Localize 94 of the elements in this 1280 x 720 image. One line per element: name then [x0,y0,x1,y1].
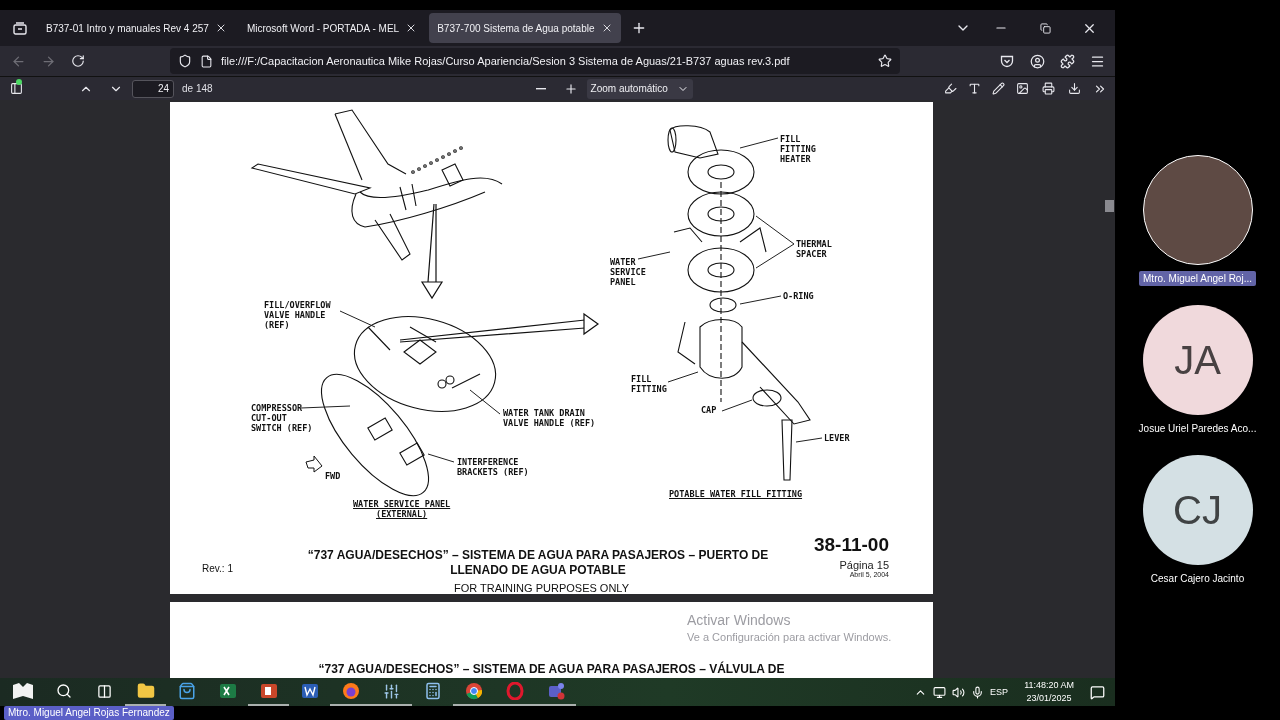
callout-label: O-RING [783,291,814,301]
leader-line [339,310,376,328]
revision-label: Rev.: 1 [202,563,234,576]
callout-label: COMPRESSOR CUT-OUT SWITCH (REF) [251,403,313,433]
callout-label: FILL FITTING [631,374,667,394]
callout-label: LEVER [824,433,850,443]
globe-icon [341,682,360,700]
tab-title: Microsoft Word - PORTADA - MEL [246,22,400,34]
fwd-arrow-icon [305,455,323,473]
callout-label: INTERFERENCE BRACKETS (REF) [457,457,529,477]
training-notice: FOR TRAINING PURPOSES ONLY [453,581,630,594]
sidebar-icon [9,82,23,95]
leader-line [637,251,671,260]
leader-line [300,405,351,409]
leader-line [667,371,699,383]
circle-logo-icon [464,682,483,700]
participant-avatar: JA [1142,305,1253,415]
download-icon [1067,82,1081,95]
highlighter-icon [943,82,957,95]
address-bar[interactable]: file:///F:/Capacitacion Aeronautica Mike Rojas/Curso Apariencia/Sesion 3 Sistema de Aguas/21-B737 aguas rev.3.pdf [170,48,900,74]
plus-icon [563,81,578,96]
forward-arrow-icon [40,53,56,69]
browser-tab[interactable]: B737-700 Sistema de Agua potable [429,13,621,43]
zoom-select[interactable]: Zoom automático [586,78,693,99]
search-icon [55,683,72,699]
browser-tab[interactable]: Microsoft Word - PORTADA - MEL [238,13,426,43]
account-icon [1029,53,1045,69]
image-icon [1015,82,1029,95]
book-icon [11,682,34,700]
leader-line [739,137,779,149]
browser-tab[interactable]: B737-01 Intro y manuales Rev 4 257 [38,13,235,43]
page-title: “737 AGUA/DESECHOS” – SISTEMA DE AGUA PARA PASAJEROS – PUERTO DE LLENADO DE AGUA POTABLE [306,548,770,578]
presenter-name: Mtro. Miguel Angel Rojas Fernandez [4,706,174,720]
url-text: file:///F:/Capacitacion Aeronautica Mike Rojas/Curso Apariencia/Sesion 3 Sistema de Aguas/21-B737 aguas rev.3.pdf [221,55,791,67]
leader-line [721,399,753,412]
page-title: “737 AGUA/DESECHOS” – SISTEMA DE AGUA PARA PASAJEROS – VÁLVULA DE [318,662,785,678]
spreadsheet-icon [218,682,237,700]
callout-label: WATER TANK DRAIN VALVE HANDLE (REF) [503,408,596,428]
leader-line [739,295,782,305]
callout-label: CAP [701,405,717,415]
folder-icon [136,682,155,700]
language-indicator[interactable]: ESP [990,687,1009,697]
menu-icon [1089,53,1105,69]
tab-title: B737-01 Intro y manuales Rev 4 257 [46,22,209,34]
chat-app-icon [546,682,565,700]
figure-caption: POTABLE WATER FILL FITTING [669,489,803,499]
shopping-bag-icon [177,682,196,700]
activation-title: Activar Windows [687,612,792,628]
ring-logo-icon [505,682,524,700]
callout-label: FWD [325,471,341,481]
scrollbar-thumb[interactable] [1105,200,1114,212]
participant-name: Cesar Cajero Jacinto [1149,572,1246,586]
microphone-icon [971,685,985,699]
callout-label: WATER SERVICE PANEL [610,257,646,287]
page-label: Página 15 [839,559,889,571]
notifications-icon[interactable] [1090,684,1105,700]
restore-icon [1039,22,1051,34]
minus-icon [535,87,546,90]
file-icon [200,54,213,68]
callout-label: FILL FITTING HEATER [780,134,816,164]
pencil-icon [991,82,1005,95]
back-arrow-icon [10,53,26,69]
page-count: de 148 [182,83,213,94]
bookmark-star-icon [878,54,892,68]
reload-icon [71,54,85,68]
leader-line [795,437,823,443]
callout-label: FILL/OVERFLOW VALVE HANDLE (REF) [264,300,331,330]
leader-line [755,215,795,269]
volume-icon [952,685,966,699]
leader-line [427,453,455,463]
printer-icon [1041,82,1055,95]
participant-name: Josue Uriel Paredes Aco... [1137,422,1258,436]
network-icon [933,685,947,699]
figure-caption: WATER SERVICE PANEL (EXTERNAL) [353,499,451,519]
presentation-icon [259,682,278,700]
tray-icon [13,21,27,35]
activation-text: Ve a Configuración para activar Windows. [687,631,892,643]
document-icon [300,682,319,700]
participant-avatar: CJ [1142,455,1253,565]
notification-dot-icon [16,78,22,85]
shield-icon [178,54,192,68]
text-icon [967,82,981,95]
callout-label: THERMAL SPACER [796,239,832,259]
page-number-field[interactable]: 24 [132,79,174,98]
section-code: 38-11-00 [814,534,889,556]
calculator-icon [423,682,442,700]
puzzle-icon [1059,53,1075,69]
task-view-icon [97,683,112,699]
tab-title: B737-700 Sistema de Agua potable [437,22,595,34]
participant-name: Mtro. Miguel Angel Roj... [1139,271,1256,286]
clock[interactable]: 11:48:20 AM 23/01/2025 [1024,679,1074,705]
sliders-icon [383,682,400,700]
leader-line [469,389,501,415]
shield-chevron-icon [1000,54,1014,68]
